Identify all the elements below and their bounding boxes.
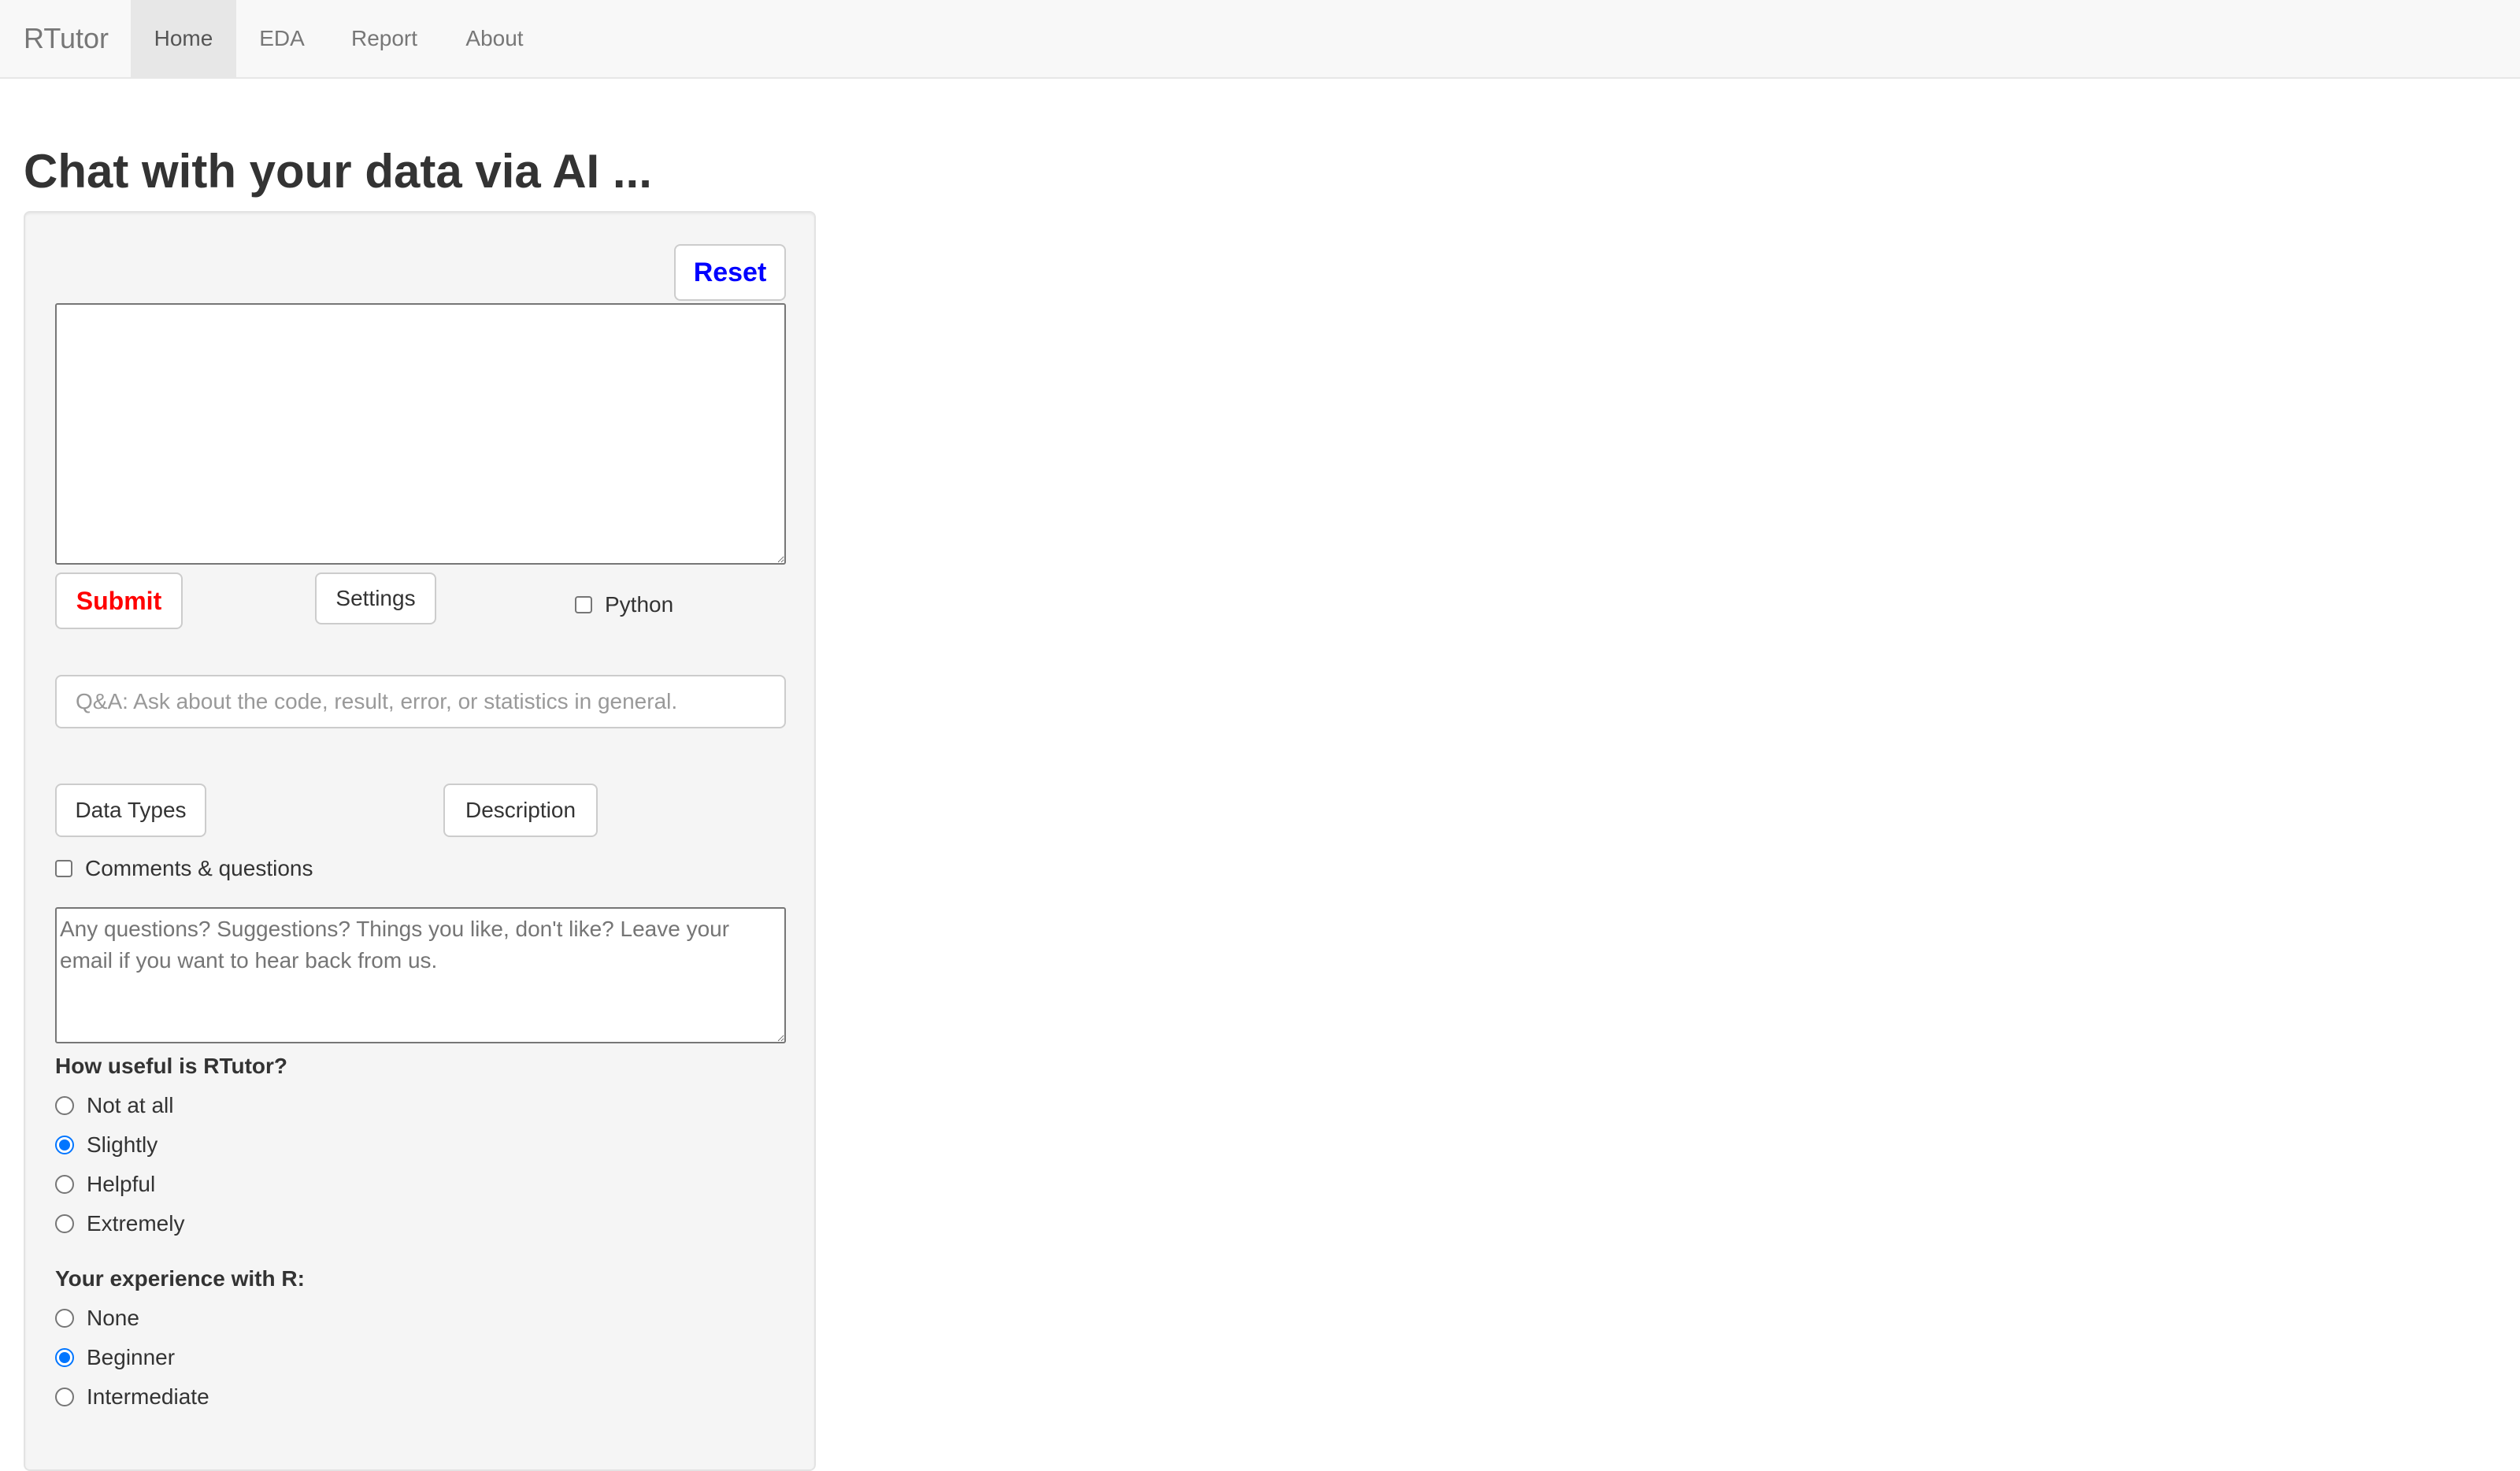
radio-label: None (87, 1306, 139, 1330)
data-types-button[interactable]: Data Types (55, 784, 206, 837)
nav-tab-eda[interactable]: EDA (236, 0, 328, 77)
description-button[interactable]: Description (443, 784, 598, 837)
radio-label: Extremely (87, 1211, 185, 1236)
radio-label: Not at all (87, 1093, 174, 1117)
python-checkbox[interactable] (575, 596, 592, 613)
brand-logo[interactable]: RTutor (24, 0, 109, 77)
navbar: RTutor Home EDA Report About (0, 0, 2520, 79)
comments-checkbox-row[interactable]: Comments & questions (55, 853, 313, 884)
radio-button[interactable] (55, 1136, 74, 1154)
nav-tab-about[interactable]: About (441, 0, 548, 77)
experience-option[interactable]: Beginner (55, 1342, 175, 1373)
reset-button[interactable]: Reset (674, 244, 786, 301)
usefulness-option[interactable]: Slightly (55, 1129, 158, 1161)
nav-tab-home[interactable]: Home (131, 0, 236, 77)
qa-input[interactable] (55, 675, 786, 728)
usefulness-option[interactable]: Not at all (55, 1090, 174, 1121)
usefulness-option[interactable]: Extremely (55, 1208, 184, 1239)
radio-label: Beginner (87, 1345, 176, 1369)
radio-button[interactable] (55, 1309, 74, 1328)
radio-button[interactable] (55, 1348, 74, 1367)
experience-label: Your experience with R: (55, 1266, 305, 1291)
radio-label: Slightly (87, 1132, 158, 1157)
radio-button[interactable] (55, 1388, 74, 1406)
comments-checkbox[interactable] (55, 860, 72, 877)
prompt-textarea[interactable] (55, 303, 786, 565)
radio-label: Intermediate (87, 1384, 209, 1409)
experience-option[interactable]: None (55, 1302, 139, 1334)
feedback-textarea[interactable] (55, 907, 786, 1043)
radio-label: Helpful (87, 1172, 156, 1196)
radio-button[interactable] (55, 1214, 74, 1233)
python-checkbox-row[interactable]: Python (575, 589, 673, 621)
comments-checkbox-label: Comments & questions (85, 856, 313, 880)
radio-button[interactable] (55, 1096, 74, 1115)
page-title: Chat with your data via AI ... (24, 145, 652, 198)
settings-button[interactable]: Settings (315, 572, 436, 624)
usefulness-label: How useful is RTutor? (55, 1054, 288, 1078)
radio-button[interactable] (55, 1175, 74, 1194)
nav-tab-report[interactable]: Report (328, 0, 441, 77)
submit-button[interactable]: Submit (55, 572, 183, 629)
experience-option[interactable]: Intermediate (55, 1381, 209, 1413)
usefulness-option[interactable]: Helpful (55, 1169, 155, 1200)
python-checkbox-label: Python (605, 592, 674, 617)
